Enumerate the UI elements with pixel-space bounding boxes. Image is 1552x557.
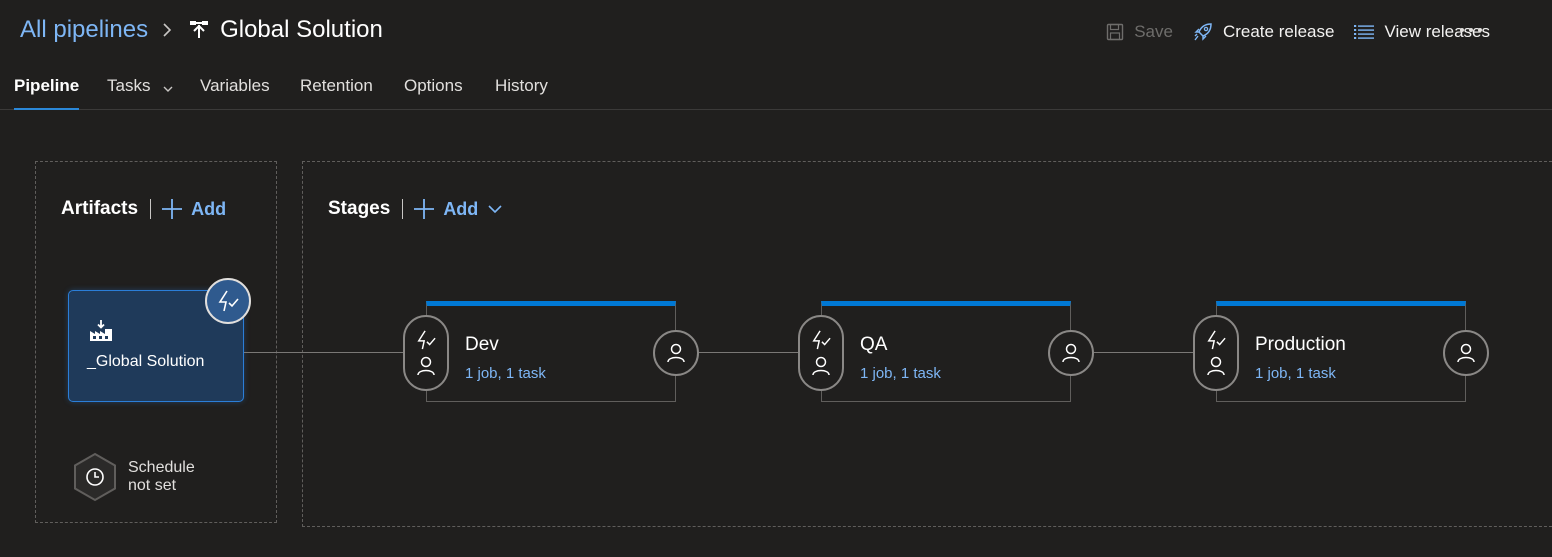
stage-name: QA [860, 334, 888, 355]
artifacts-header: Artifacts Add [61, 195, 226, 223]
add-artifact-button[interactable]: Add [161, 198, 226, 220]
stage-summary-link[interactable]: 1 job, 1 task [1255, 365, 1336, 382]
command-bar: Save Create release View releases [1086, 18, 1490, 46]
pre-deployment-conditions[interactable] [403, 315, 449, 391]
schedule-line-1: Schedule [128, 459, 195, 476]
all-pipelines-link[interactable]: All pipelines [20, 16, 148, 44]
lightning-icon [417, 330, 436, 350]
post-deployment-conditions[interactable] [653, 330, 699, 376]
schedule-trigger[interactable]: Schedule not set [72, 452, 195, 502]
post-deployment-conditions[interactable] [1443, 330, 1489, 376]
save-label: Save [1134, 22, 1173, 41]
release-pipeline-icon [188, 19, 210, 41]
schedule-status: Schedule not set [128, 459, 195, 495]
add-artifact-label: Add [191, 198, 227, 219]
tab-tasks-label: Tasks [107, 76, 151, 95]
plus-icon [162, 199, 183, 219]
build-artifact-icon [89, 319, 113, 348]
tab-history[interactable]: History [495, 76, 548, 110]
add-stage-label: Add [443, 198, 479, 219]
chevron-down-icon [163, 77, 173, 97]
stages-title: Stages [328, 198, 391, 219]
person-icon [1207, 356, 1225, 376]
artifacts-title: Artifacts [61, 198, 139, 219]
chevron-right-icon [162, 22, 172, 38]
pre-deployment-conditions[interactable] [1193, 315, 1239, 391]
add-stage-button[interactable]: Add [413, 198, 510, 220]
divider [402, 199, 404, 219]
person-icon [1457, 343, 1475, 363]
divider [150, 199, 152, 219]
more-actions-button[interactable] [1458, 20, 1484, 40]
more-icon [1460, 28, 1482, 32]
create-release-button[interactable]: Create release [1193, 22, 1335, 42]
chevron-down-icon [488, 205, 502, 213]
stage-card-qa[interactable]: QA 1 job, 1 task [821, 301, 1071, 402]
person-icon [812, 356, 830, 376]
person-icon [417, 356, 435, 376]
stage-card-production[interactable]: Production 1 job, 1 task [1216, 301, 1466, 402]
stage-name: Production [1255, 334, 1346, 355]
connector-line [699, 352, 799, 353]
tab-retention[interactable]: Retention [300, 76, 373, 110]
lightning-icon [1207, 330, 1226, 350]
save-button[interactable]: Save [1106, 22, 1173, 42]
page-title: Global Solution [220, 16, 383, 43]
pre-deployment-conditions[interactable] [798, 315, 844, 391]
connector-line [1094, 352, 1194, 353]
tab-variables[interactable]: Variables [200, 76, 270, 110]
breadcrumb: All pipelines Global Solution [20, 14, 383, 46]
artifact-name: _Global Solution [87, 353, 205, 370]
tab-options[interactable]: Options [404, 76, 463, 110]
stage-summary-link[interactable]: 1 job, 1 task [860, 365, 941, 382]
lightning-icon [218, 290, 239, 312]
create-release-label: Create release [1222, 22, 1335, 41]
clock-icon [74, 452, 116, 502]
connector-line [244, 352, 404, 353]
rocket-icon [1194, 23, 1212, 41]
person-icon [667, 343, 685, 363]
save-icon [1107, 23, 1124, 41]
stages-header: Stages Add [328, 195, 510, 223]
plus-icon [414, 199, 435, 219]
tab-pipeline[interactable]: Pipeline [14, 76, 80, 110]
tab-bar: Pipeline Tasks Variables Retention Optio… [0, 72, 1552, 110]
post-deployment-conditions[interactable] [1048, 330, 1094, 376]
lightning-icon [812, 330, 831, 350]
schedule-line-2: not set [128, 477, 177, 494]
stage-summary-link[interactable]: 1 job, 1 task [465, 365, 546, 382]
list-icon [1354, 25, 1375, 39]
person-icon [1062, 343, 1080, 363]
tab-tasks[interactable]: Tasks [107, 76, 173, 110]
continuous-deployment-trigger[interactable] [205, 278, 251, 324]
stage-card-dev[interactable]: Dev 1 job, 1 task [426, 301, 676, 402]
stage-name: Dev [465, 334, 499, 355]
